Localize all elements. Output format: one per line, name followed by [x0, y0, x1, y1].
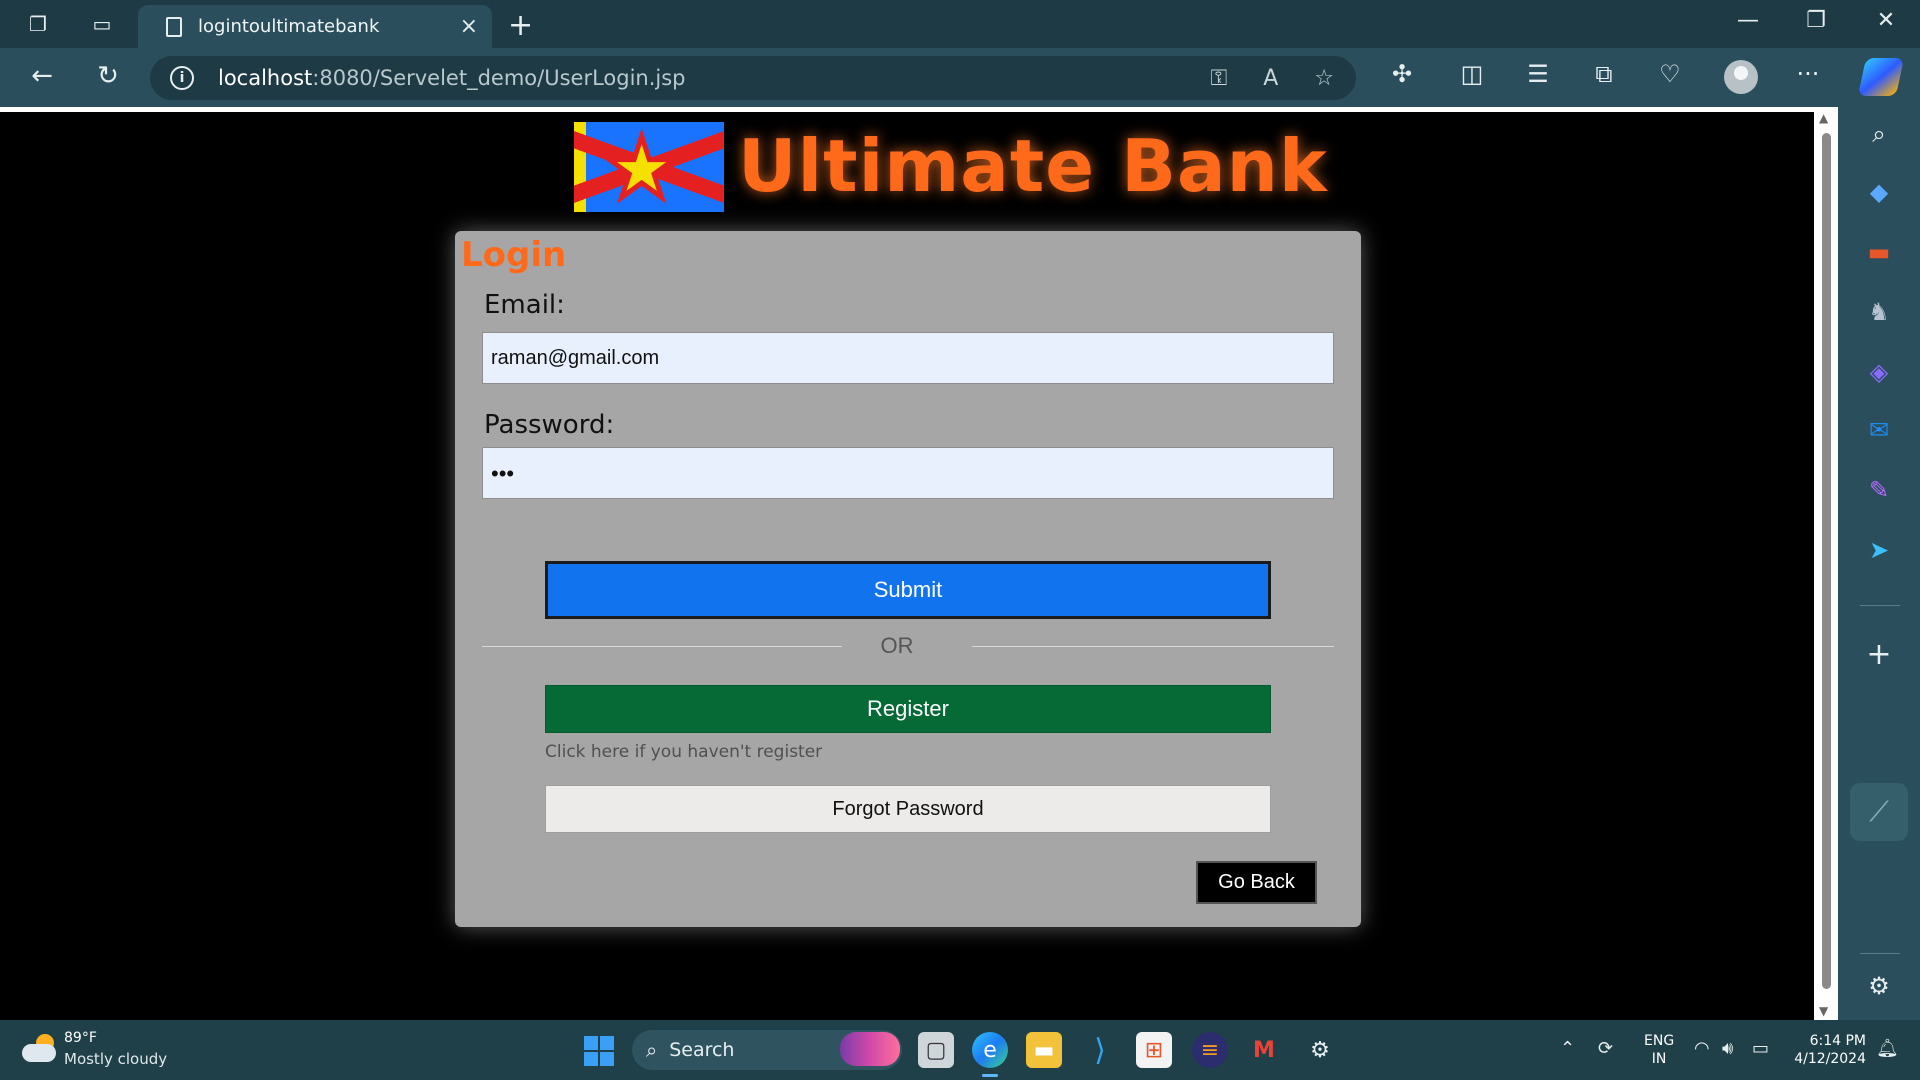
browser-address-bar: ← ↻ i localhost :8080/Servelet_demo/User… — [0, 48, 1920, 107]
notification-bell-icon[interactable]: 🔔︎ — [1876, 1038, 1899, 1059]
active-app-indicator — [982, 1074, 998, 1077]
settings-gear-icon[interactable]: ⚙ — [1302, 1032, 1338, 1068]
eclipse-icon[interactable]: ≡ — [1192, 1032, 1228, 1068]
page-scrollbar[interactable]: ▲ ▼ — [1814, 107, 1838, 1020]
favorites-icon[interactable]: ☰ — [1520, 60, 1556, 88]
divider-right — [972, 646, 1334, 647]
extension-pinned-icon[interactable]: ⟋ — [1862, 795, 1896, 829]
restore-icon[interactable]: ❐ — [1796, 8, 1836, 33]
edge-sidebar: ⌕ ◆ ▬ ♞ ◈ ✉ ✎ ➤ + ⟋ ⚙ — [1838, 107, 1920, 1020]
submit-button[interactable]: Submit — [545, 561, 1271, 619]
password-label: Password: — [484, 410, 615, 440]
add-icon[interactable]: + — [1862, 637, 1896, 672]
language-indicator[interactable]: ENG IN — [1644, 1032, 1674, 1068]
browser-essentials-icon[interactable]: ♡ — [1652, 60, 1688, 88]
lang-region: IN — [1651, 1051, 1667, 1067]
extensions-icon[interactable]: ✣ — [1384, 60, 1420, 88]
key-icon[interactable]: ⚿ — [1210, 66, 1227, 91]
close-tab-icon[interactable]: × — [460, 14, 478, 39]
refresh-icon[interactable]: ↻ — [88, 61, 128, 91]
settings-gear-icon[interactable]: ⚙ — [1862, 969, 1896, 1003]
scrollbar-thumb[interactable] — [1822, 133, 1831, 989]
volume-icon[interactable]: 🔊︎ — [1722, 1038, 1733, 1059]
search-label: Search — [669, 1039, 735, 1061]
url-actions: ⚿ A ☆ — [1210, 66, 1334, 91]
email-field[interactable] — [482, 332, 1334, 384]
wifi-icon[interactable]: ◠ — [1694, 1038, 1710, 1059]
outlook-icon[interactable]: ✉ — [1862, 413, 1896, 447]
gmail-icon[interactable]: M — [1246, 1032, 1282, 1068]
url-host: localhost — [218, 66, 313, 90]
password-field[interactable]: ••• — [482, 447, 1334, 499]
back-arrow-icon[interactable]: ← — [22, 61, 62, 91]
tab-actions-icon[interactable]: ▭ — [88, 10, 116, 38]
copilot-icon[interactable] — [1857, 58, 1905, 96]
scroll-down-icon[interactable]: ▼ — [1819, 1004, 1828, 1018]
sync-icon[interactable]: ⟳ — [1598, 1038, 1613, 1059]
vscode-icon[interactable]: ⟩ — [1082, 1032, 1118, 1068]
register-button[interactable]: Register — [545, 685, 1271, 733]
forgot-password-button[interactable]: Forgot Password — [545, 785, 1271, 833]
minimize-icon[interactable]: — — [1728, 8, 1768, 33]
scroll-up-icon[interactable]: ▲ — [1819, 111, 1828, 125]
read-aloud-icon[interactable]: A — [1263, 66, 1278, 91]
collections-icon[interactable]: ⧉ — [1586, 60, 1622, 88]
profile-avatar[interactable] — [1724, 60, 1758, 94]
shopping-tag-icon[interactable]: ◆ — [1862, 175, 1896, 209]
star-icon: ★ — [601, 122, 681, 213]
email-label: Email: — [484, 290, 565, 320]
page-viewport: ★ Ultimate Bank Login Email: Password: •… — [0, 107, 1814, 1020]
store-icon[interactable]: ⊞ — [1136, 1032, 1172, 1068]
close-window-icon[interactable]: ✕ — [1866, 8, 1906, 33]
sidebar-separator — [1860, 953, 1900, 954]
windows-start-icon[interactable] — [584, 1036, 614, 1066]
file-explorer-icon[interactable]: ▬ — [1026, 1032, 1062, 1068]
favorite-star-icon[interactable]: ☆ — [1314, 66, 1334, 91]
bank-logo: ★ — [574, 122, 724, 212]
weather-cloud-icon[interactable] — [22, 1034, 56, 1064]
login-title: Login — [461, 235, 567, 275]
copilot-app-icon[interactable]: ◈ — [1862, 355, 1896, 389]
clock-date: 4/12/2024 — [1794, 1051, 1866, 1067]
weather-description[interactable]: Mostly cloudy — [64, 1050, 167, 1068]
brand-title: Ultimate Bank — [738, 124, 1328, 208]
weather-temperature[interactable]: 89°F — [64, 1030, 97, 1046]
windows-taskbar: 89°F Mostly cloudy ⌕ Search ▢ e ▬ ⟩ ⊞ ≡ … — [0, 1020, 1920, 1080]
more-options-icon[interactable]: ··· — [1790, 60, 1826, 88]
edge-browser-icon[interactable]: e — [972, 1032, 1008, 1068]
site-info-icon[interactable]: i — [170, 66, 194, 90]
chevron-up-icon[interactable]: ⌃ — [1560, 1038, 1575, 1059]
sidebar-separator — [1860, 605, 1900, 606]
split-screen-icon[interactable]: ◫ — [1454, 60, 1490, 88]
search-highlight-art[interactable] — [840, 1032, 900, 1066]
browser-tab-bar: ❐ ▭ logintoultimatebank × + — ❐ ✕ — [0, 0, 1920, 48]
login-card: Login Email: Password: ••• Submit OR Reg… — [455, 231, 1361, 927]
url-path: :8080/Servelet_demo/UserLogin.jsp — [312, 66, 686, 90]
register-hint: Click here if you haven't register — [545, 742, 823, 762]
send-icon[interactable]: ➤ — [1862, 533, 1896, 567]
tools-briefcase-icon[interactable]: ▬ — [1862, 235, 1896, 269]
lang-code: ENG — [1644, 1033, 1675, 1049]
go-back-button[interactable]: Go Back — [1196, 861, 1317, 904]
workspaces-icon[interactable]: ❐ — [24, 10, 52, 38]
designer-icon[interactable]: ✎ — [1862, 473, 1896, 507]
tab-title: logintoultimatebank — [198, 16, 380, 37]
battery-icon[interactable]: ▭ — [1752, 1038, 1769, 1059]
url-field[interactable]: i localhost :8080/Servelet_demo/UserLogi… — [150, 56, 1356, 100]
page-icon — [166, 16, 182, 37]
new-tab-icon[interactable]: + — [508, 8, 533, 43]
games-chess-icon[interactable]: ♞ — [1862, 295, 1896, 329]
browser-tab-active[interactable]: logintoultimatebank × — [138, 5, 492, 48]
search-icon: ⌕ — [646, 1038, 658, 1062]
task-view-icon[interactable]: ▢ — [918, 1032, 954, 1068]
search-icon[interactable]: ⌕ — [1862, 117, 1896, 151]
clock-time: 6:14 PM — [1809, 1033, 1866, 1049]
system-clock[interactable]: 6:14 PM 4/12/2024 — [1794, 1032, 1866, 1068]
